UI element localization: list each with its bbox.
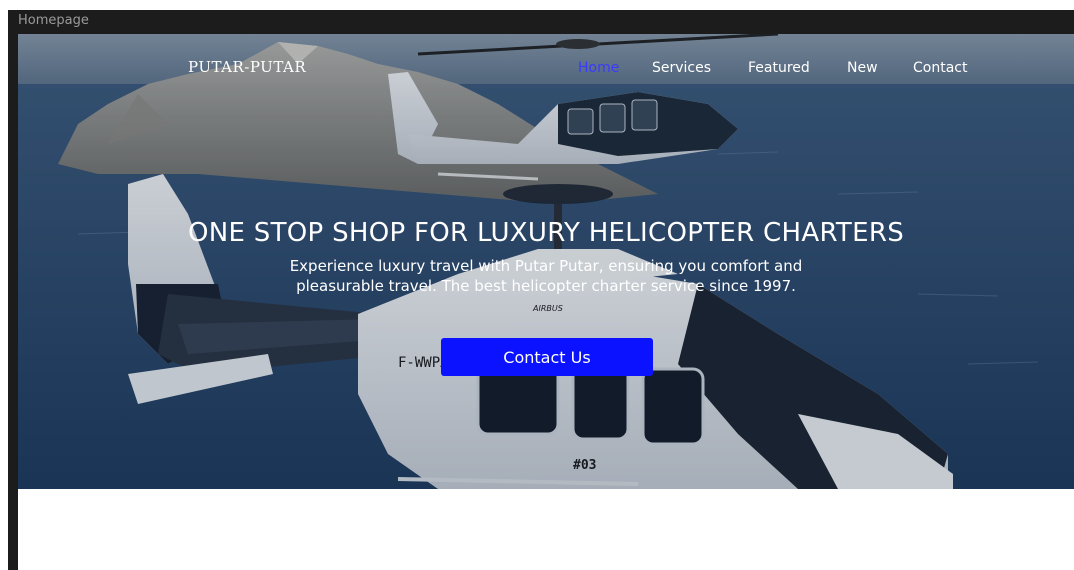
nav-new-link[interactable]: New xyxy=(847,60,878,76)
brand-logo[interactable]: PUTAR-PUTAR xyxy=(188,58,306,76)
hero-subtext-line-2: pleasurable travel. The best helicopter … xyxy=(296,277,796,295)
nav-home-link[interactable]: Home xyxy=(578,60,619,76)
hero-section: F-WWPA #03 AIRBUS PUTAR-PUTAR Home Servi… xyxy=(18,34,1074,489)
window-title-bar: Homepage xyxy=(8,10,1074,34)
hero-subtext-line-1: Experience luxury travel with Putar Puta… xyxy=(289,257,803,275)
nav-services-link[interactable]: Services xyxy=(652,60,711,76)
hero-headline: ONE STOP SHOP FOR LUXURY HELICOPTER CHAR… xyxy=(187,218,905,248)
content-area-blank xyxy=(18,489,1074,570)
page: Homepage F-WWPA #03 AIRBUS PUTAR-PUTAR H… xyxy=(0,0,1074,570)
nav-contact-link[interactable]: Contact xyxy=(913,60,967,76)
hero-subtext: Experience luxury travel with Putar Puta… xyxy=(196,256,896,296)
nav-featured-link[interactable]: Featured xyxy=(748,60,810,76)
window-tab-label: Homepage xyxy=(18,13,89,28)
contact-us-button[interactable]: Contact Us xyxy=(441,338,653,376)
window-frame-left xyxy=(8,10,18,570)
